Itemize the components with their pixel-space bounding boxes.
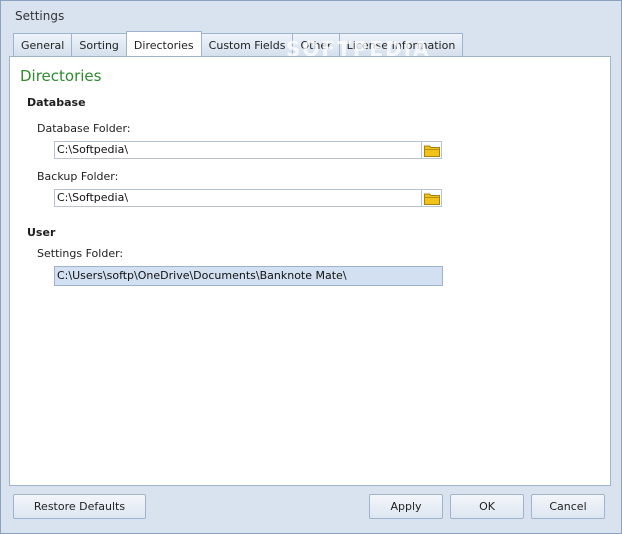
database-folder-browse-button[interactable] <box>422 141 442 159</box>
tab-license-information[interactable]: License Information <box>338 33 464 56</box>
tab-strip: General Sorting Directories Custom Field… <box>13 31 464 57</box>
window-title: Settings <box>15 9 65 23</box>
section-title: Directories <box>20 67 102 85</box>
database-folder-label: Database Folder: <box>37 122 131 135</box>
database-group-label: Database <box>27 96 86 109</box>
tab-directories[interactable]: Directories <box>125 31 202 56</box>
user-group-label: User <box>27 226 56 239</box>
title-bar: Settings <box>1 1 621 31</box>
settings-window: Settings General Sorting Directories Cus… <box>0 0 622 534</box>
restore-defaults-button[interactable]: Restore Defaults <box>13 494 146 519</box>
cancel-button[interactable]: Cancel <box>531 494 605 519</box>
backup-folder-input[interactable]: C:\Softpedia\ <box>54 189 422 207</box>
settings-folder-label: Settings Folder: <box>37 247 124 260</box>
tab-sorting[interactable]: Sorting <box>71 33 127 56</box>
settings-folder-input[interactable]: C:\Users\softp\OneDrive\Documents\Bankno… <box>54 266 443 286</box>
apply-button[interactable]: Apply <box>369 494 443 519</box>
tab-other[interactable]: Other <box>292 33 340 56</box>
ok-button[interactable]: OK <box>450 494 524 519</box>
backup-folder-label: Backup Folder: <box>37 170 119 183</box>
folder-icon <box>424 193 440 205</box>
tab-general[interactable]: General <box>13 33 73 56</box>
backup-folder-browse-button[interactable] <box>422 189 442 207</box>
database-folder-input[interactable]: C:\Softpedia\ <box>54 141 422 159</box>
directories-panel: Directories Database Database Folder: C:… <box>9 56 611 486</box>
folder-icon <box>424 145 440 157</box>
tab-custom-fields[interactable]: Custom Fields <box>200 33 294 56</box>
